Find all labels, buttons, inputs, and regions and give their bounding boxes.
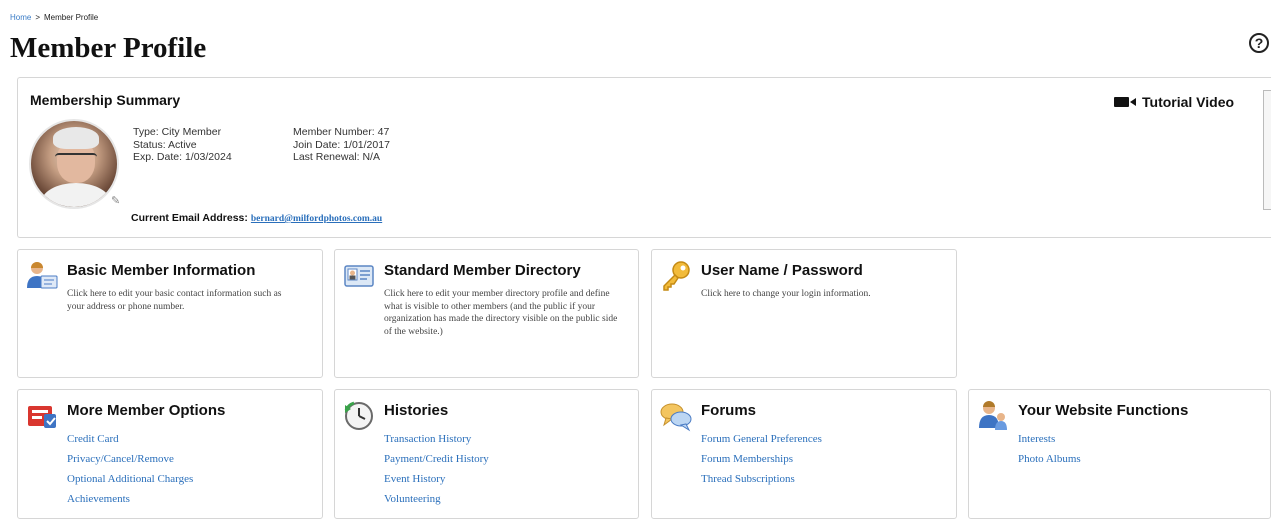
transaction-history-link[interactable]: Transaction History — [384, 429, 489, 449]
breadcrumb-home-link[interactable]: Home — [10, 13, 31, 22]
forum-memberships-link[interactable]: Forum Memberships — [701, 449, 822, 469]
standard-member-directory-desc: Click here to edit your member directory… — [384, 289, 618, 337]
clock-icon — [343, 400, 375, 432]
breadcrumb: Home > Member Profile — [10, 13, 98, 22]
user-name-password-desc: Click here to change your login informat… — [701, 289, 871, 299]
forum-general-preferences-link[interactable]: Forum General Preferences — [701, 429, 822, 449]
directory-icon — [343, 260, 375, 292]
volunteering-link[interactable]: Volunteering — [384, 489, 489, 509]
standard-member-directory-card[interactable]: Standard Member Directory Click here to … — [334, 249, 639, 378]
breadcrumb-separator: > — [35, 13, 41, 22]
membership-summary-panel: Membership Summary Tutorial Video ✎ Type… — [17, 77, 1271, 238]
user-name-password-card[interactable]: User Name / Password Click here to chang… — [651, 249, 957, 378]
email-row: Current Email Address: bernard@milfordpho… — [131, 212, 382, 224]
more-member-options-links: Credit Card Privacy/Cancel/Remove Option… — [67, 429, 193, 509]
basic-member-information-title: Basic Member Information — [67, 262, 256, 279]
user-card-icon — [26, 260, 58, 292]
video-camera-icon — [1114, 95, 1138, 111]
member-info-column-2: Member Number: 47 Join Date: 1/01/2017 L… — [293, 126, 390, 164]
member-number: Member Number: 47 — [293, 126, 390, 138]
avatar — [29, 119, 119, 209]
user-name-password-title: User Name / Password — [701, 262, 863, 279]
chat-bubbles-icon — [660, 400, 692, 432]
payment-credit-history-link[interactable]: Payment/Credit History — [384, 449, 489, 469]
tutorial-video-panel — [1263, 90, 1271, 210]
basic-member-information-desc: Click here to edit your basic contact in… — [67, 289, 282, 312]
basic-member-information-card[interactable]: Basic Member Information Click here to e… — [17, 249, 323, 378]
photo-albums-link[interactable]: Photo Albums — [1018, 449, 1081, 469]
more-member-options-title: More Member Options — [67, 402, 226, 419]
standard-member-directory-title: Standard Member Directory — [384, 262, 581, 279]
key-icon — [660, 260, 692, 292]
tutorial-video-label: Tutorial Video — [1142, 94, 1235, 110]
tutorial-video-button[interactable]: Tutorial Video — [1114, 94, 1234, 111]
event-history-link[interactable]: Event History — [384, 469, 489, 489]
member-exp-date: Exp. Date: 1/03/2024 — [133, 151, 232, 163]
forums-title: Forums — [701, 402, 757, 419]
optional-additional-charges-link[interactable]: Optional Additional Charges — [67, 469, 193, 489]
page-title: Member Profile — [10, 32, 207, 64]
histories-title: Histories — [384, 402, 449, 419]
help-icon[interactable]: ? — [1249, 33, 1269, 53]
forums-card: Forums Forum General Preferences Forum M… — [651, 389, 957, 519]
member-info-column-1: Type: City Member Status: Active Exp. Da… — [133, 126, 232, 164]
breadcrumb-current: Member Profile — [44, 13, 99, 22]
member-type: Type: City Member — [133, 126, 222, 138]
users-icon — [977, 400, 1009, 432]
histories-links: Transaction History Payment/Credit Histo… — [384, 429, 489, 509]
histories-card: Histories Transaction History Payment/Cr… — [334, 389, 639, 519]
more-member-options-card: More Member Options Credit Card Privacy/… — [17, 389, 323, 519]
member-last-renewal: Last Renewal: N/A — [293, 151, 380, 163]
pencil-icon[interactable]: ✎ — [111, 194, 120, 207]
credit-card-link[interactable]: Credit Card — [67, 429, 193, 449]
your-website-functions-links: Interests Photo Albums — [1018, 429, 1081, 469]
your-website-functions-card: Your Website Functions Interests Photo A… — [968, 389, 1271, 519]
privacy-cancel-remove-link[interactable]: Privacy/Cancel/Remove — [67, 449, 193, 469]
achievements-link[interactable]: Achievements — [67, 489, 193, 509]
thread-subscriptions-link[interactable]: Thread Subscriptions — [701, 469, 822, 489]
your-website-functions-title: Your Website Functions — [1018, 402, 1189, 419]
forums-links: Forum General Preferences Forum Membersh… — [701, 429, 822, 489]
email-link[interactable]: bernard@milfordphotos.com.au — [251, 214, 382, 224]
member-status: Status: Active — [133, 138, 197, 151]
interests-link[interactable]: Interests — [1018, 429, 1081, 449]
options-icon — [26, 400, 58, 432]
membership-summary-heading: Membership Summary — [30, 92, 181, 108]
email-label: Current Email Address: — [131, 212, 248, 224]
member-join-date: Join Date: 1/01/2017 — [293, 138, 390, 151]
